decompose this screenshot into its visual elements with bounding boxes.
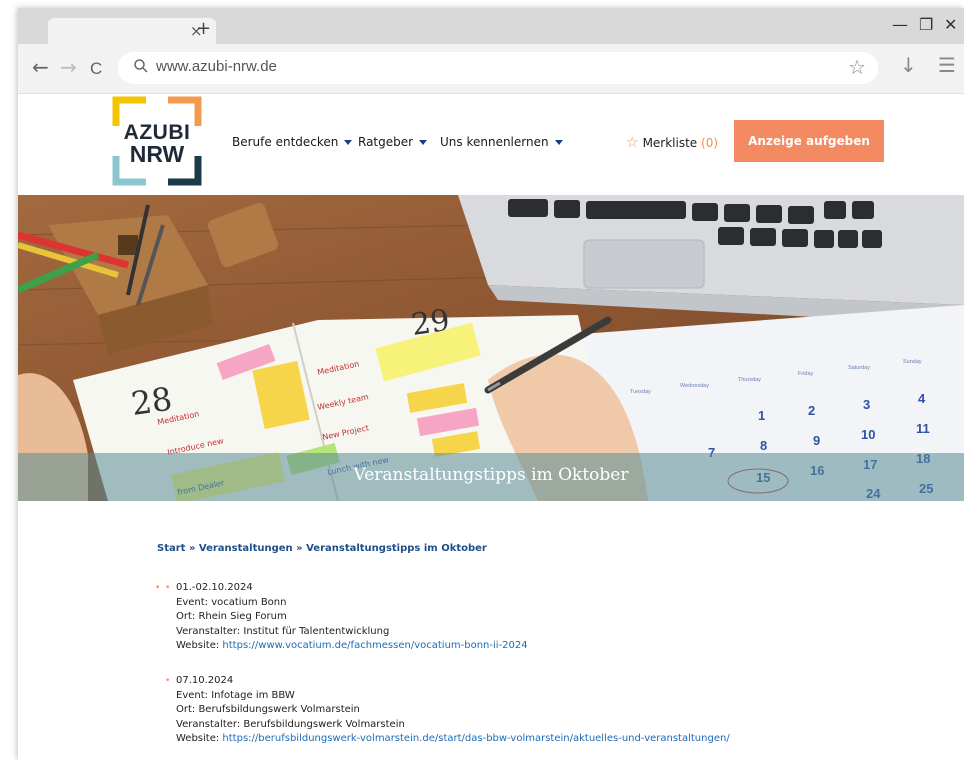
browser-tab[interactable]: × [48,18,216,44]
event-name: Event: vocatium Bonn [176,596,287,608]
event-item: • • 01.-02.10.2024 Event: vocatium Bonn … [155,581,528,654]
svg-text:8: 8 [760,438,767,453]
event-website: Website: https://berufsbildungswerk-volm… [176,732,730,747]
logo-text-line2: NRW [129,141,185,167]
anzeige-aufgeben-button[interactable]: Anzeige aufgeben [734,120,884,162]
svg-text:Saturday: Saturday [848,365,870,371]
nav-berufe-entdecken[interactable]: Berufe entdecken [232,135,353,149]
event-location: Ort: Berufsbildungswerk Volmarstein [176,704,360,715]
search-icon [134,59,148,73]
chevron-down-icon [419,140,428,145]
nav-uns-kennenlernen[interactable]: Uns kennenlernen [440,135,563,149]
browser-toolbar: ← → C www.azubi-nrw.de ☆ ↓ ☰ [18,44,964,94]
svg-text:Friday: Friday [798,371,814,377]
event-item: • 07.10.2024 Event: Infotage im BBW Ort:… [165,674,730,747]
breadcrumb-separator: » [188,543,196,554]
bullet: • [165,676,171,686]
new-tab-icon[interactable]: + [196,19,211,39]
chevron-down-icon [344,140,353,145]
svg-text:9: 9 [813,433,820,448]
bullet: • [155,583,161,593]
event-name: Event: Infotage im BBW [176,689,295,701]
merkliste-label: Merkliste [642,136,698,150]
merkliste-count: (0) [701,136,719,150]
url-text[interactable]: www.azubi-nrw.de [156,58,277,75]
bookmark-star-icon[interactable]: ☆ [848,55,866,79]
browser-window: × + — ❐ ✕ ← → C www.azubi-nrw.de ☆ ↓ ☰ A… [18,8,964,760]
breadcrumb: Start » Veranstaltungen » Veranstaltungs… [157,543,487,554]
nav-label: Berufe entdecken [232,135,339,149]
svg-text:Thursday: Thursday [738,377,761,383]
window-close-icon[interactable]: ✕ [944,16,957,34]
event-website: Website: https://www.vocatium.de/fachmes… [176,639,528,654]
breadcrumb-current: Veranstaltungstipps im Oktober [306,543,487,554]
maximize-icon[interactable]: ❐ [919,16,933,34]
event-organizer: Veranstalter: Berufsbildungswerk Volmars… [176,718,405,730]
svg-text:4: 4 [918,391,926,406]
back-icon[interactable]: ← [32,56,49,78]
nav-label: Uns kennenlernen [440,135,549,149]
merkliste-link[interactable]: ☆ Merkliste (0) [626,135,718,151]
event-organizer: Veranstalter: Institut für Talententwick… [176,625,390,637]
event-website-link[interactable]: https://berufsbildungswerk-volmarstein.d… [222,733,729,744]
event-date: 07.10.2024 [176,675,234,686]
address-bar[interactable]: www.azubi-nrw.de ☆ [118,52,878,84]
svg-text:3: 3 [863,397,870,412]
minimize-icon[interactable]: — [892,16,908,34]
forward-icon[interactable]: → [60,56,77,78]
site-logo[interactable]: AZUBI NRW [112,96,202,186]
site-header: AZUBI NRW Berufe entdecken Ratgeber Uns … [18,95,964,195]
star-icon: ☆ [626,135,639,151]
tab-strip: × + — ❐ ✕ [18,8,964,44]
website-label: Website: [176,640,223,651]
svg-text:11: 11 [916,421,930,436]
nav-ratgeber[interactable]: Ratgeber [358,135,428,149]
svg-text:Sunday: Sunday [903,359,922,365]
nav-label: Ratgeber [358,135,414,149]
main-content: Start » Veranstaltungen » Veranstaltungs… [18,501,964,760]
hero-title: Veranstaltungstipps im Oktober [353,465,629,485]
svg-text:2: 2 [808,403,815,418]
reload-icon[interactable]: C [90,58,102,80]
event-website-link[interactable]: https://www.vocatium.de/fachmessen/vocat… [222,640,527,651]
download-icon[interactable]: ↓ [900,53,917,77]
event-date: 01.-02.10.2024 [176,582,253,593]
hero-banner: Tuesday Wednesday Thursday Friday Saturday S… [18,195,964,501]
svg-text:Wednesday: Wednesday [680,383,709,389]
event-location: Ort: Rhein Sieg Forum [176,611,287,622]
website-label: Website: [176,733,223,744]
breadcrumb-separator: » [296,543,303,554]
bullet: • [165,583,171,593]
svg-text:Tuesday: Tuesday [630,389,651,395]
svg-text:10: 10 [861,427,875,442]
breadcrumb-start[interactable]: Start [157,543,185,554]
svg-text:1: 1 [758,408,765,423]
chevron-down-icon [554,140,563,145]
menu-icon[interactable]: ☰ [938,53,956,77]
breadcrumb-veranstaltungen[interactable]: Veranstaltungen [199,543,293,554]
